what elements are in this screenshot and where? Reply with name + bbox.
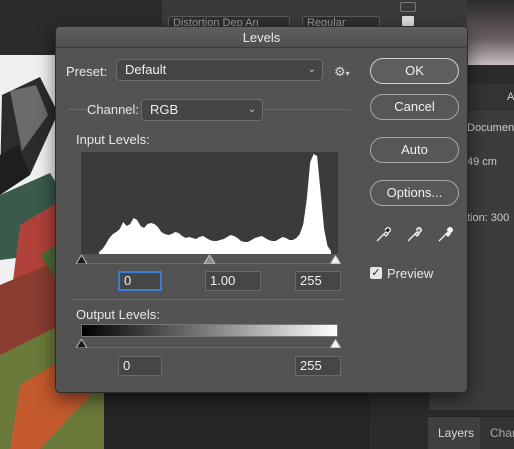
white-point-eyedropper-icon[interactable] xyxy=(437,226,454,246)
gray-point-eyedropper-icon[interactable] xyxy=(406,226,423,246)
output-black-point-field[interactable]: 0 xyxy=(118,356,162,376)
auto-button[interactable]: Auto xyxy=(370,137,459,163)
channel-value: RGB xyxy=(150,102,179,117)
panel-toggle-icon[interactable] xyxy=(400,2,416,12)
input-black-point-field[interactable]: 0 xyxy=(118,271,162,291)
output-slider-track xyxy=(81,347,338,348)
black-point-eyedropper-icon[interactable] xyxy=(375,226,392,246)
layers-panel-tabs: Layers Chan xyxy=(428,416,514,449)
gear-icon[interactable]: ⚙▾ xyxy=(334,64,350,80)
layers-tab[interactable]: Layers xyxy=(428,417,480,449)
ok-button[interactable]: OK xyxy=(370,58,459,84)
preset-select[interactable]: Default ⌄ xyxy=(116,59,323,81)
chevron-down-icon: ⌄ xyxy=(247,104,256,115)
character-panel-icon[interactable] xyxy=(402,16,414,26)
histogram-graph xyxy=(99,154,331,254)
input-levels-label: Input Levels: xyxy=(76,132,150,147)
resolution-value: tion: 300 xyxy=(467,212,510,224)
output-levels-label: Output Levels: xyxy=(76,307,160,322)
cancel-button[interactable]: Cancel xyxy=(370,94,459,120)
color-swatch-area[interactable] xyxy=(467,0,514,65)
levels-dialog: Levels Preset: Default ⌄ ⚙▾ Channel: RGB… xyxy=(55,26,468,393)
document-size-value: 49 cm xyxy=(467,156,497,168)
levels-divider xyxy=(73,299,343,300)
histogram xyxy=(81,152,338,254)
output-white-point-field[interactable]: 255 xyxy=(295,356,341,376)
channel-group-border-left xyxy=(68,109,86,110)
input-gamma-field[interactable]: 1.00 xyxy=(205,271,261,291)
workspace-gutter xyxy=(104,392,370,449)
options-bar-background: Distortion Dep An Regular xyxy=(162,0,467,30)
channel-select[interactable]: RGB ⌄ xyxy=(141,99,263,121)
channel-label: Channel: xyxy=(87,102,140,117)
adjustments-tab[interactable]: A xyxy=(507,91,514,103)
options-button[interactable]: Options... xyxy=(370,180,459,206)
preview-checkbox[interactable]: ✓ xyxy=(370,267,382,279)
channels-tab[interactable]: Chan xyxy=(480,417,514,449)
output-gradient-bar xyxy=(81,324,338,337)
document-label: Documen xyxy=(467,122,514,134)
histogram-fill xyxy=(99,154,331,254)
dialog-title[interactable]: Levels xyxy=(56,27,467,48)
input-white-point-field[interactable]: 255 xyxy=(295,271,341,291)
chevron-down-icon: ⌄ xyxy=(307,64,316,75)
channel-group-border-right xyxy=(264,109,350,110)
preset-label: Preset: xyxy=(66,64,108,79)
preview-label: Preview xyxy=(387,266,434,281)
preset-value: Default xyxy=(125,62,167,77)
